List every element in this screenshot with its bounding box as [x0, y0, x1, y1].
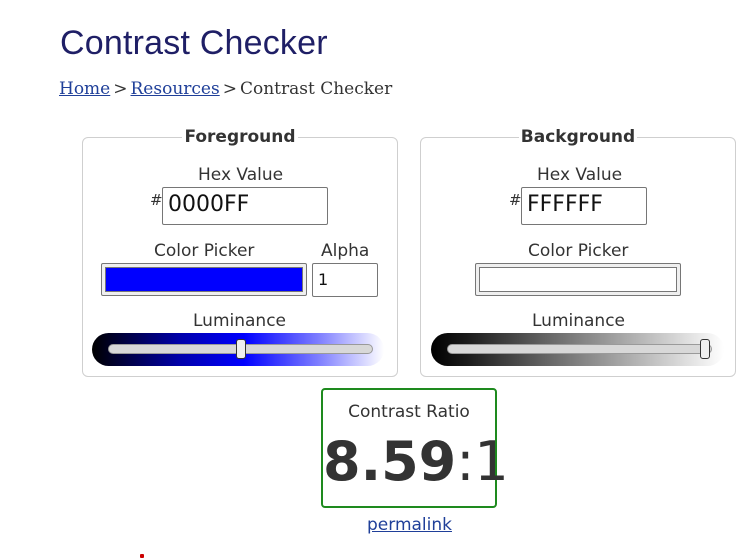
page-title: Contrast Checker — [60, 24, 328, 62]
background-hash-symbol: # — [509, 191, 522, 209]
contrast-checker-page: Contrast Checker Home > Resources > Contrast… — [0, 0, 754, 559]
foreground-hex-label: Hex Value — [198, 165, 284, 185]
alpha-input[interactable]: 1 — [312, 263, 378, 297]
foreground-luminance-label: Luminance — [193, 311, 287, 331]
breadcrumb-separator: > — [113, 79, 128, 99]
foreground-hash-symbol: # — [150, 191, 163, 209]
contrast-ratio-suffix: :1 — [456, 430, 509, 493]
breadcrumb-current: Contrast Checker — [239, 79, 393, 99]
contrast-ratio-number: 8.59 — [323, 430, 457, 493]
breadcrumb-home-link[interactable]: Home — [59, 79, 110, 99]
foreground-hex-input[interactable]: 0000FF — [162, 187, 328, 225]
contrast-ratio-box: Contrast Ratio 8.59:1 — [321, 388, 509, 508]
breadcrumb-resources-link[interactable]: Resources — [131, 79, 220, 99]
alpha-label: Alpha — [321, 241, 370, 261]
background-legend: Background — [520, 127, 636, 147]
contrast-ratio-label: Contrast Ratio — [348, 402, 470, 422]
background-luminance-slider-handle[interactable] — [700, 339, 710, 359]
breadcrumb-separator: > — [222, 79, 237, 99]
decorative-mark — [140, 554, 144, 558]
background-picker-label: Color Picker — [528, 241, 629, 261]
foreground-legend: Foreground — [184, 127, 296, 147]
foreground-color-picker[interactable] — [101, 263, 307, 296]
background-color-picker[interactable] — [475, 263, 681, 296]
background-luminance-track[interactable] — [447, 344, 712, 354]
contrast-ratio-value: 8.59:1 — [323, 430, 509, 494]
foreground-luminance-slider-handle[interactable] — [235, 339, 246, 359]
background-luminance-label: Luminance — [532, 311, 626, 331]
foreground-picker-label: Color Picker — [154, 241, 255, 261]
foreground-color-swatch — [105, 267, 303, 292]
background-hex-label: Hex Value — [537, 165, 623, 185]
breadcrumb: Home > Resources > Contrast Checker — [59, 79, 392, 99]
background-color-swatch — [479, 267, 677, 292]
background-hex-input[interactable]: FFFFFF — [521, 187, 647, 225]
permalink-link[interactable]: permalink — [367, 515, 452, 535]
